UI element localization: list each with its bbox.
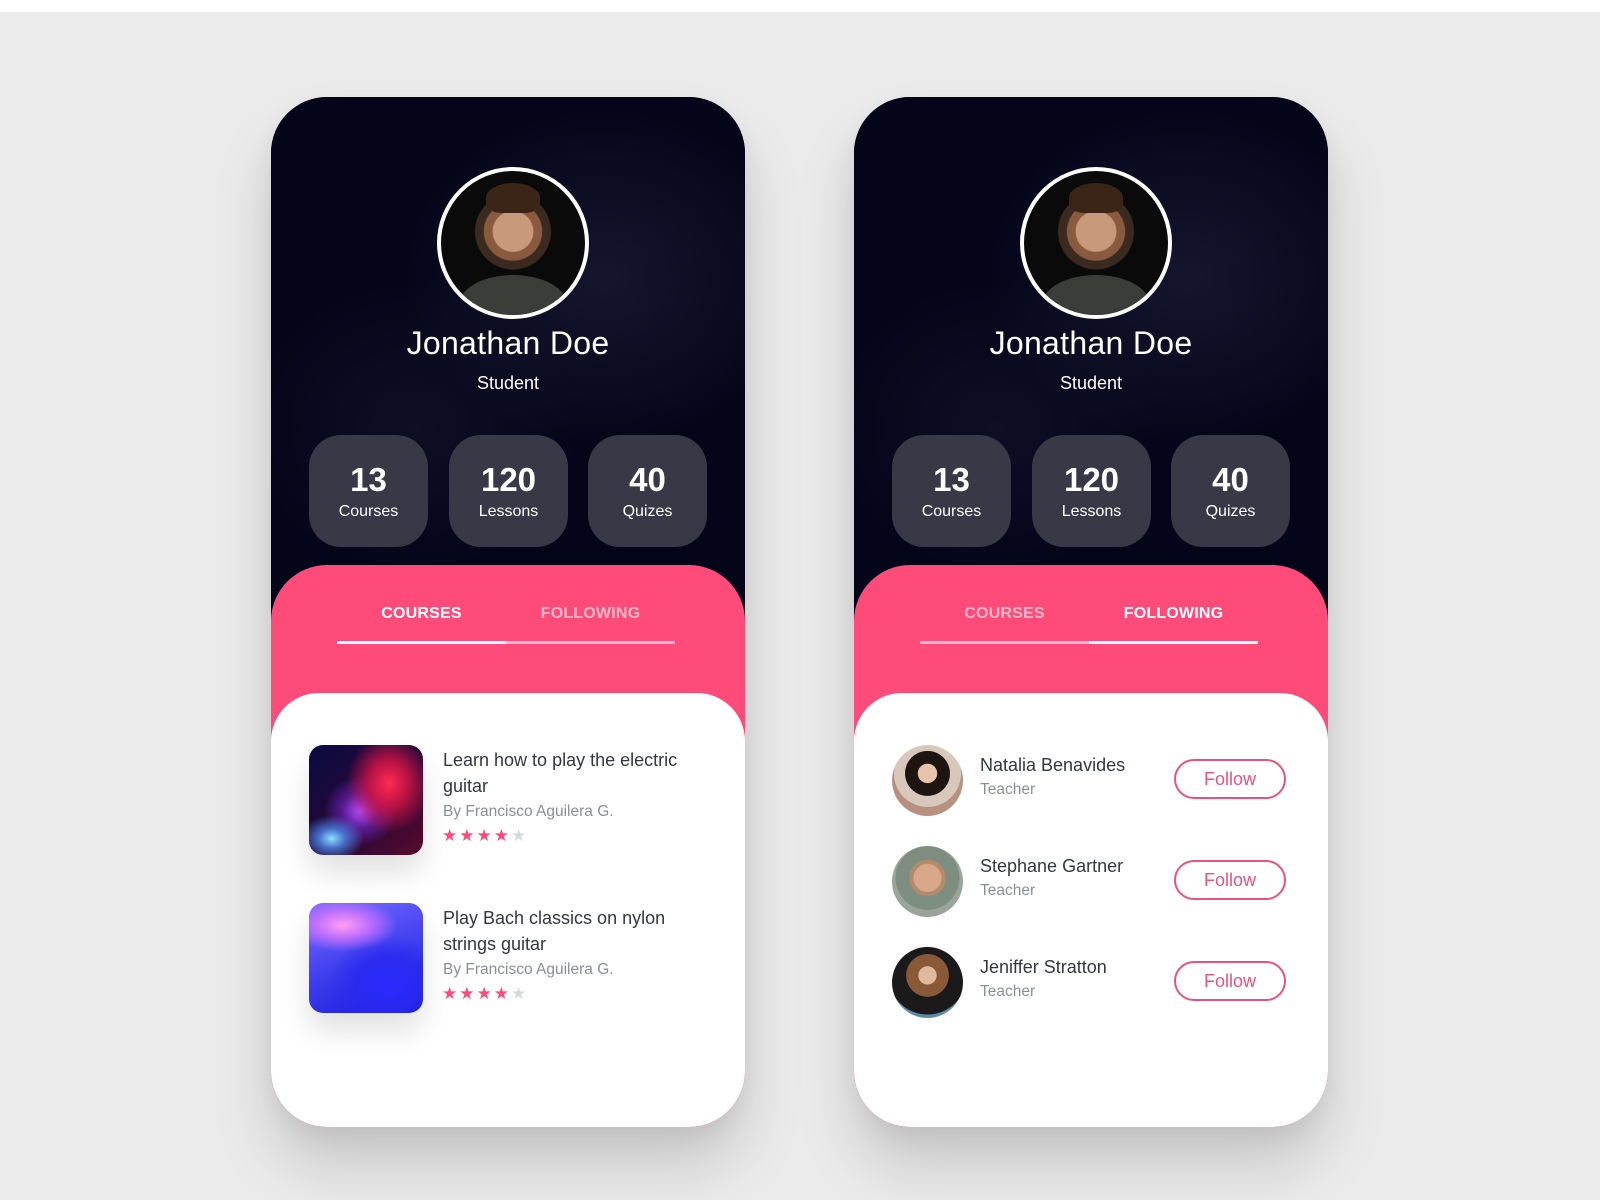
stat-courses: 13 Courses xyxy=(892,435,1011,547)
tab-indicator-inactive xyxy=(920,641,1089,644)
course-author: By Francisco Aguilera G. xyxy=(443,961,614,978)
star-filled-icon: ★ xyxy=(442,826,458,845)
profile-screen-following: Jonathan Doe Student 13 Courses 120 Less… xyxy=(854,97,1328,1127)
stat-courses: 13 Courses xyxy=(309,435,428,547)
follow-button[interactable]: Follow xyxy=(1174,961,1286,1001)
tab-indicator-active xyxy=(337,641,506,644)
avatar-hair-shape xyxy=(1069,183,1123,213)
profile-screen-courses: Jonathan Doe Student 13 Courses 120 Less… xyxy=(271,97,745,1127)
teacher-name: Jeniffer Stratton xyxy=(980,957,1107,977)
course-rating: ★ ★ ★ ★ ★ xyxy=(442,827,528,845)
teacher-role: Teacher xyxy=(980,983,1036,1000)
teacher-avatar xyxy=(892,745,963,816)
tab-bar: COURSES FOLLOWING xyxy=(920,605,1258,645)
teacher-name: Stephane Gartner xyxy=(980,856,1124,876)
teacher-name: Natalia Benavides xyxy=(980,755,1126,775)
stat-value: 13 xyxy=(350,461,387,498)
stat-label: Lessons xyxy=(1061,503,1122,520)
profile-role: Student xyxy=(476,373,540,393)
following-item: Stephane Gartner Teacher Follow xyxy=(892,846,1292,918)
profile-name: Jonathan Doe xyxy=(989,325,1193,361)
course-item[interactable]: Play Bach classics on nylon strings guit… xyxy=(309,903,709,1015)
stat-label: Courses xyxy=(338,503,399,520)
tab-bar: COURSES FOLLOWING xyxy=(337,605,675,645)
following-item: Jeniffer Stratton Teacher Follow xyxy=(892,947,1292,1019)
follow-button[interactable]: Follow xyxy=(1174,759,1286,799)
star-filled-icon: ★ xyxy=(476,826,492,845)
profile-name: Jonathan Doe xyxy=(406,325,610,361)
course-thumbnail-image xyxy=(309,745,423,855)
avatar-hair-shape xyxy=(486,183,540,213)
course-item[interactable]: Learn how to play the electric guitar By… xyxy=(309,745,709,857)
profile-avatar xyxy=(437,167,589,319)
stat-quizes: 40 Quizes xyxy=(1171,435,1290,547)
star-empty-icon: ★ xyxy=(511,984,527,1003)
stat-lessons: 120 Lessons xyxy=(449,435,568,547)
following-item: Natalia Benavides Teacher Follow xyxy=(892,745,1292,817)
course-title: Play Bach classics on nylon strings guit… xyxy=(443,908,666,954)
stat-lessons: 120 Lessons xyxy=(1032,435,1151,547)
stat-label: Quizes xyxy=(622,503,673,520)
profile-role: Student xyxy=(1059,373,1123,393)
course-author: By Francisco Aguilera G. xyxy=(443,803,614,820)
stats-row: 13 Courses 120 Lessons 40 Quizes xyxy=(892,435,1292,547)
stat-value: 120 xyxy=(480,461,537,498)
star-filled-icon: ★ xyxy=(442,984,458,1003)
avatar-shoulders-shape xyxy=(459,275,567,315)
teacher-role: Teacher xyxy=(980,882,1036,899)
top-strip xyxy=(0,0,1600,12)
star-filled-icon: ★ xyxy=(493,984,509,1003)
star-filled-icon: ★ xyxy=(476,984,492,1003)
star-empty-icon: ★ xyxy=(511,826,527,845)
tab-indicator-active xyxy=(1089,641,1258,644)
tab-indicator-inactive xyxy=(506,641,675,644)
tab-courses[interactable]: COURSES xyxy=(337,605,506,623)
stat-value: 13 xyxy=(933,461,970,498)
stat-value: 40 xyxy=(1212,461,1249,498)
following-list: Natalia Benavides Teacher Follow Stephan… xyxy=(854,693,1328,1127)
follow-button[interactable]: Follow xyxy=(1174,860,1286,900)
tab-following[interactable]: FOLLOWING xyxy=(506,605,675,623)
course-title: Learn how to play the electric guitar xyxy=(443,750,678,796)
star-filled-icon: ★ xyxy=(459,984,475,1003)
avatar-shoulders-shape xyxy=(1042,275,1150,315)
course-thumbnail-image xyxy=(309,903,423,1013)
tab-following[interactable]: FOLLOWING xyxy=(1089,605,1258,623)
teacher-role: Teacher xyxy=(980,781,1036,798)
teacher-avatar xyxy=(892,947,963,1018)
star-filled-icon: ★ xyxy=(459,826,475,845)
teacher-avatar xyxy=(892,846,963,917)
tab-courses[interactable]: COURSES xyxy=(920,605,1089,623)
course-list: Learn how to play the electric guitar By… xyxy=(271,693,745,1127)
stat-quizes: 40 Quizes xyxy=(588,435,707,547)
stat-label: Courses xyxy=(921,503,982,520)
stats-row: 13 Courses 120 Lessons 40 Quizes xyxy=(309,435,709,547)
stat-value: 40 xyxy=(629,461,666,498)
stat-label: Lessons xyxy=(478,503,539,520)
stat-value: 120 xyxy=(1063,461,1120,498)
course-rating: ★ ★ ★ ★ ★ xyxy=(442,985,528,1003)
profile-avatar xyxy=(1020,167,1172,319)
stat-label: Quizes xyxy=(1205,503,1256,520)
star-filled-icon: ★ xyxy=(493,826,509,845)
